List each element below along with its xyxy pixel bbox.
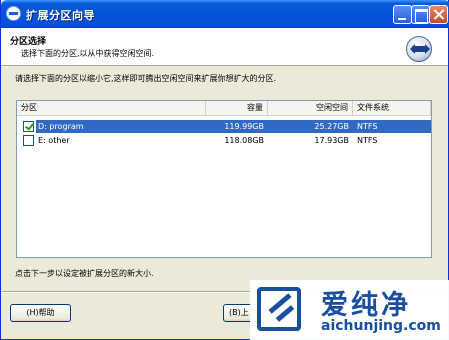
watermark-text: 爱纯净 (321, 290, 411, 321)
app-icon (6, 6, 21, 21)
watermark: 爱纯净 aichunjing.com (250, 280, 449, 340)
partition-capacity: 118.08GB (224, 136, 264, 145)
partition-file-system: NTFS (357, 136, 378, 145)
wizard-window: 扩展分区向导 分区选择 选择下面的分区,以从中获得空闲空间. 请选择下面的分区以… (0, 0, 449, 340)
title-bar[interactable]: 扩展分区向导 (1, 0, 449, 28)
page-title: 分区选择 (10, 37, 47, 47)
page-subtitle: 选择下面的分区,以从中获得空闲空间. (21, 49, 155, 58)
window-title: 扩展分区向导 (26, 9, 95, 22)
help-button[interactable]: (H)帮助 (10, 304, 71, 322)
list-item[interactable]: E: other 118.08GB 17.93GB NTFS (17, 134, 431, 147)
maximize-button[interactable] (411, 5, 430, 24)
partition-checkbox[interactable] (23, 121, 34, 132)
column-header-partition[interactable]: 分区 (17, 101, 206, 116)
wizard-header: 分区选择 选择下面的分区,以从中获得空闲空间. (1, 28, 448, 66)
partition-free-space: 25.27GB (268, 120, 353, 133)
watermark-logo-icon (257, 287, 301, 331)
instruction-text: 请选择下面的分区以缩小它,这样即可腾出空闲空间来扩展你想扩大的分区. (15, 74, 277, 83)
close-button[interactable] (429, 5, 448, 24)
column-header-file-system[interactable]: 文件系统 (353, 101, 431, 116)
column-header-capacity[interactable]: 容量 (206, 101, 268, 116)
partition-free-space: 17.93GB (314, 136, 349, 145)
extend-partition-icon (406, 36, 432, 62)
partition-checkbox[interactable] (23, 135, 34, 146)
list-header: 分区 容量 空闲空间 文件系统 (17, 101, 431, 116)
partition-file-system: NTFS (353, 120, 431, 133)
footer-note: 点击下一步以设定被扩展分区的新大小. (15, 269, 154, 278)
column-header-free-space[interactable]: 空闲空间 (268, 101, 353, 116)
list-item[interactable]: D: program 119.99GB 25.27GB NTFS (17, 120, 431, 133)
partition-name: D: program (36, 120, 206, 133)
minimize-button[interactable] (393, 5, 412, 24)
partition-name: E: other (38, 136, 70, 145)
watermark-url: aichunjing.com (321, 318, 441, 334)
partition-capacity: 119.99GB (206, 120, 268, 133)
partition-list[interactable]: 分区 容量 空闲空间 文件系统 D: program 119.99GB 25.2… (16, 100, 432, 258)
